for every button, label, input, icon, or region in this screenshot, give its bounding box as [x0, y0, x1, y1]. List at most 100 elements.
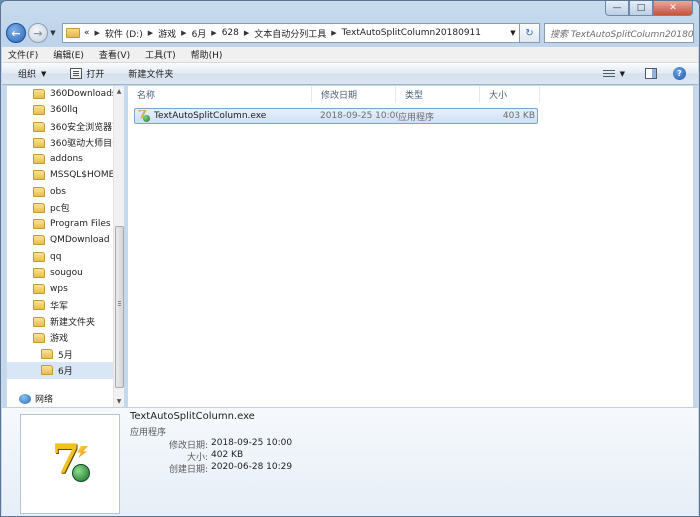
tree-item[interactable]: 360Downloads	[7, 86, 113, 102]
tree-item[interactable]: addons	[7, 151, 113, 167]
tree-item-selected[interactable]: 6月	[7, 362, 113, 379]
tree-item-label: 5月	[58, 350, 73, 361]
tree-item-label: QMDownload	[50, 235, 110, 246]
tree-item-network[interactable]: 网络	[19, 392, 53, 405]
chevron-right-icon[interactable]: ▶	[244, 29, 249, 37]
organize-button[interactable]: 组织 ▼	[18, 67, 46, 81]
folder-icon	[33, 202, 45, 213]
folder-icon	[33, 300, 45, 311]
chevron-right-icon[interactable]: ▶	[181, 29, 186, 37]
file-thumbnail: 7	[20, 414, 120, 514]
scroll-down-icon[interactable]: ▼	[114, 396, 124, 407]
breadcrumb-tool[interactable]: 文本自动分列工具	[254, 27, 326, 40]
tree-item[interactable]: 新建文件夹	[7, 314, 113, 330]
tree-item[interactable]: sougou	[7, 265, 113, 281]
folder-icon	[41, 349, 53, 360]
folder-icon	[33, 137, 45, 148]
folder-icon	[33, 251, 45, 262]
tree-item[interactable]: 华军	[7, 297, 113, 313]
tree-item-label: Program Files (	[50, 219, 113, 230]
navigation-scrollbar[interactable]: ▲ ▼	[113, 86, 124, 407]
menu-edit[interactable]: 编辑(E)	[53, 48, 84, 61]
open-button[interactable]: 打开	[70, 67, 104, 80]
file-date: 2018-09-25 10:00	[320, 111, 398, 121]
menu-file[interactable]: 文件(F)	[8, 48, 38, 61]
chevron-right-icon[interactable]: ▶	[211, 29, 216, 37]
back-button[interactable]: ←	[6, 23, 26, 43]
refresh-button[interactable]: ↻	[520, 23, 540, 43]
tree-item-label: 华军	[50, 301, 69, 312]
open-icon	[70, 68, 83, 79]
folder-icon	[33, 89, 45, 100]
maximize-button[interactable]: □	[629, 1, 653, 16]
tree-item-label: 360安全浏览器下	[50, 123, 113, 134]
tree-item[interactable]: qq	[7, 249, 113, 265]
address-bar[interactable]: « ▶ 软件 (D:) ▶ 游戏 ▶ 6月 ▶ 628 ▶ 文本自动分列工具 ▶…	[62, 23, 520, 43]
tree-item[interactable]: 5月	[7, 346, 113, 362]
breadcrumb-628[interactable]: 628	[222, 28, 239, 38]
file-list-pane: 名称 修改日期 类型 大小 7 TextAutoSplitColumn.exe …	[128, 86, 693, 407]
change-view-icon[interactable]	[602, 69, 615, 79]
folder-icon	[33, 186, 45, 197]
search-input[interactable]: 搜索 TextAutoSplitColumn20180911	[544, 23, 694, 43]
tree-item-label: 6月	[58, 366, 73, 377]
menu-view[interactable]: 查看(V)	[99, 48, 130, 61]
tree-item-label: MSSQL$HOME	[50, 170, 113, 181]
scroll-up-icon[interactable]: ▲	[114, 86, 124, 97]
menu-bar: 文件(F) 编辑(E) 查看(V) 工具(T) 帮助(H)	[2, 47, 698, 63]
folder-icon	[33, 235, 45, 246]
folder-icon	[33, 316, 45, 327]
menu-tools[interactable]: 工具(T)	[145, 48, 176, 61]
caption-buttons: — □ ✕	[605, 1, 693, 16]
tree-item-label: 360驱动大师目录	[50, 139, 113, 150]
navigation-pane: 360Downloads 360llq 360安全浏览器下 360驱动大师目录 …	[7, 86, 124, 407]
new-folder-button[interactable]: 新建文件夹	[128, 67, 173, 80]
tree-item[interactable]: obs	[7, 184, 113, 200]
forward-button[interactable]: →	[28, 23, 48, 43]
tree-item[interactable]: 360安全浏览器下	[7, 119, 113, 135]
chevron-right-icon[interactable]: ▶	[148, 29, 153, 37]
column-header-name[interactable]: 名称	[128, 86, 312, 103]
tree-item-label: qq	[50, 251, 62, 262]
view-options-dropdown-icon[interactable]: ▼	[620, 70, 625, 78]
folder-icon	[33, 105, 45, 116]
column-header-type[interactable]: 类型	[396, 86, 480, 103]
help-icon[interactable]: ?	[673, 67, 686, 80]
breadcrumb-games[interactable]: 游戏	[158, 27, 176, 40]
tree-item-label: 新建文件夹	[50, 318, 96, 329]
tree-item[interactable]: pc包	[7, 200, 113, 216]
breadcrumb-current[interactable]: TextAutoSplitColumn20180911	[342, 28, 481, 38]
scrollbar-thumb[interactable]	[115, 226, 124, 388]
close-button[interactable]: ✕	[653, 1, 693, 16]
details-created-label: 创建日期:	[168, 465, 208, 475]
breadcrumb-overflow[interactable]: «	[84, 28, 90, 38]
recent-pages-dropdown[interactable]: ▼	[48, 29, 58, 37]
breadcrumb-drive[interactable]: 软件 (D:)	[105, 27, 143, 40]
minimize-button[interactable]: —	[605, 1, 629, 16]
details-file-type: 应用程序	[130, 428, 167, 438]
folder-icon	[41, 365, 53, 376]
file-name: TextAutoSplitColumn.exe	[154, 111, 267, 121]
tree-item-label: 360Downloads	[50, 89, 113, 100]
tree-item[interactable]: 360驱动大师目录	[7, 135, 113, 151]
address-dropdown-icon[interactable]: ▼	[507, 29, 519, 37]
tree-item[interactable]: wps	[7, 281, 113, 297]
column-headers: 名称 修改日期 类型 大小	[128, 86, 693, 103]
menu-help[interactable]: 帮助(H)	[191, 48, 223, 61]
column-header-date[interactable]: 修改日期	[312, 86, 396, 103]
tree-item-label: 360llq	[50, 105, 78, 116]
tree-item[interactable]: Program Files (	[7, 216, 113, 232]
tree-item[interactable]: 游戏	[7, 330, 113, 346]
column-header-size[interactable]: 大小	[480, 86, 540, 103]
tree-item[interactable]: MSSQL$HOME	[7, 167, 113, 183]
breadcrumb-june[interactable]: 6月	[192, 27, 207, 40]
tree-item[interactable]: 360llq	[7, 102, 113, 118]
file-row-selected[interactable]: 7 TextAutoSplitColumn.exe 2018-09-25 10:…	[134, 108, 538, 124]
file-size: 403 KB	[502, 111, 535, 121]
tree-item-label: addons	[50, 154, 83, 165]
chevron-right-icon[interactable]: ▶	[95, 29, 100, 37]
tree-item-label: 游戏	[50, 334, 69, 345]
preview-pane-icon[interactable]	[645, 68, 657, 79]
chevron-right-icon[interactable]: ▶	[331, 29, 336, 37]
tree-item[interactable]: QMDownload	[7, 232, 113, 248]
